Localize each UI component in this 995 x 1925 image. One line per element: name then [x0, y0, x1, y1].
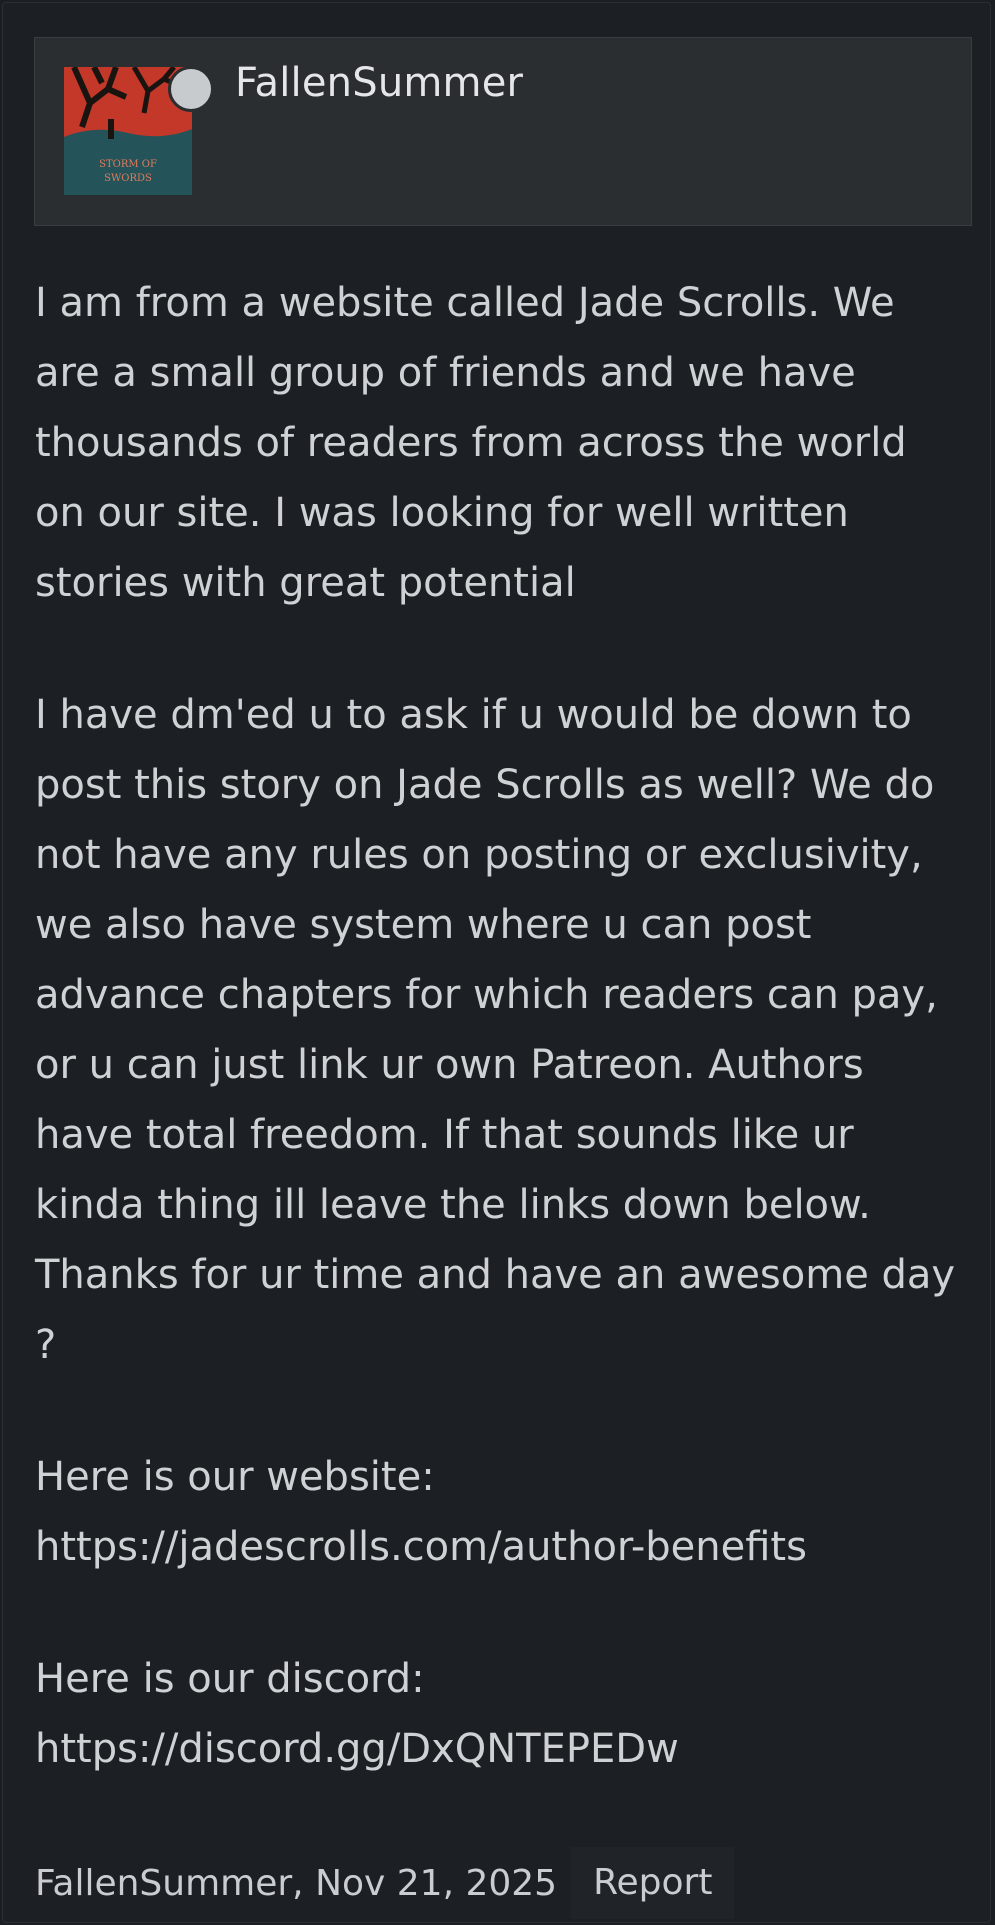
- website-block: Here is our website: https://jadescrolls.…: [35, 1442, 970, 1582]
- post-paragraph: I have dm'ed u to ask if u would be down…: [35, 692, 956, 1368]
- post-meta[interactable]: FallenSummer, Nov 21, 2025: [35, 1863, 557, 1904]
- website-link[interactable]: https://jadescrolls.com/author-benefits: [35, 1524, 807, 1570]
- website-label: Here is our website:: [35, 1454, 435, 1500]
- post-header: STORM OF SWORDS FallenSummer: [34, 37, 972, 226]
- discord-label: Here is our discord:: [35, 1656, 425, 1702]
- svg-text:SWORDS: SWORDS: [104, 173, 152, 184]
- post-paragraph: I am from a website called Jade Scrolls.…: [35, 280, 907, 606]
- avatar-cover-text: STORM OF: [99, 159, 157, 170]
- post-body: I am from a website called Jade Scrolls.…: [35, 268, 970, 1846]
- forum-post: STORM OF SWORDS FallenSummer I am from a…: [2, 2, 991, 1923]
- report-button[interactable]: Report: [571, 1847, 735, 1919]
- discord-block: Here is our discord: https://discord.gg/D…: [35, 1644, 970, 1784]
- post-footer: FallenSummer, Nov 21, 2025 Report: [35, 1843, 735, 1923]
- online-status-icon: [168, 66, 214, 112]
- post-author-username[interactable]: FallenSummer: [235, 60, 523, 106]
- discord-link[interactable]: https://discord.gg/DxQNTEPEDw: [35, 1726, 679, 1772]
